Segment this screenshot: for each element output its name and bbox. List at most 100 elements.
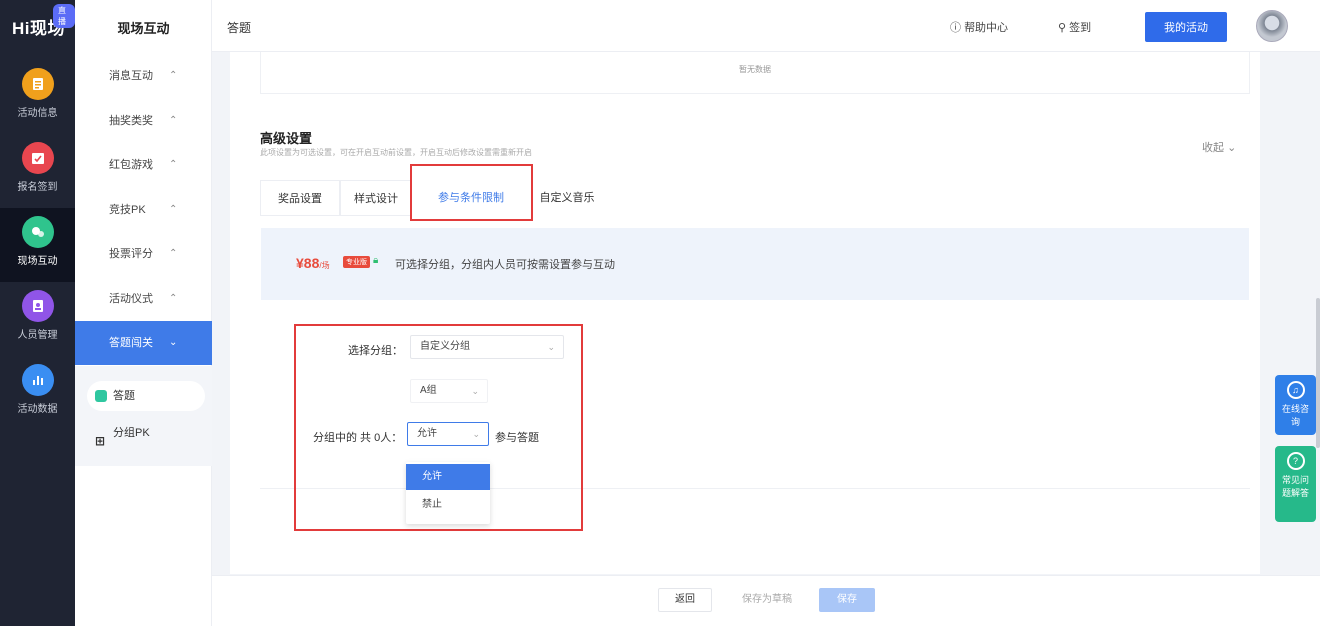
sidebar-item-label: 答题闯关 (109, 337, 153, 349)
calendar-check-icon (21, 142, 54, 174)
rail-item-activity-info[interactable]: 活动信息 (0, 60, 75, 134)
save-draft-button[interactable]: 保存为草稿 (732, 588, 802, 612)
sidebar-item-vote[interactable]: 投票评分 ⌃ (75, 232, 212, 276)
chevron-down-icon: ⌄ (471, 386, 479, 396)
tab-prize[interactable]: 奖品设置 (260, 180, 340, 216)
headset-icon: ♫ (1286, 381, 1305, 399)
rail-item-people[interactable]: 人员管理 (0, 282, 75, 356)
breadcrumb: 答题 (227, 21, 252, 35)
sidebar-item-label: 竞技PK (109, 204, 146, 216)
permission-select[interactable]: 允许 ⌄ (407, 422, 489, 446)
price: ¥88/场 (296, 255, 330, 271)
rail-label: 活动数据 (17, 404, 58, 415)
rail-label: 现场互动 (17, 256, 58, 267)
chevron-up-icon: ⌃ (169, 159, 178, 170)
upgrade-notice: ¥88/场 专业版 🔒︎ 可选择分组，分组内人员可按需设置参与互动 (261, 228, 1249, 300)
chevron-up-icon: ⌃ (169, 248, 178, 259)
chevron-down-icon: ⌄ (547, 342, 555, 352)
bar-chart-icon (21, 364, 54, 396)
person-icon (21, 290, 54, 322)
subgroup-select-value: A组 (420, 385, 437, 396)
sidebar-title: 现场互动 (117, 21, 170, 36)
my-activities-button[interactable]: 我的活动 (1145, 12, 1227, 42)
collapse-label: 收起 (1202, 142, 1224, 154)
section-title: 高级设置 (260, 131, 313, 146)
sidebar-item-quiz[interactable]: 答题闯关 ⌄ (75, 321, 212, 365)
help-icon: ⓘ (950, 22, 961, 34)
location-pin-icon: ⚲ (1058, 22, 1067, 34)
settings-card: 暂无数据 高级设置 此项设置为可选设置，可在开启互动前设置，开启互动后修改设置需… (230, 52, 1260, 574)
sidebar-item-message[interactable]: 消息互动 ⌃ (75, 54, 212, 98)
option-forbid[interactable]: 禁止 (406, 492, 490, 518)
footer-bar: 返回 保存为草稿 保存 (212, 575, 1320, 626)
notice-text: 可选择分组，分组内人员可按需设置参与互动 (395, 259, 615, 271)
rail-label: 活动信息 (17, 108, 58, 119)
back-button[interactable]: 返回 (658, 588, 712, 612)
help-center-link[interactable]: ⓘ 帮助中心 (950, 19, 1008, 35)
tab-style[interactable]: 样式设计 (340, 180, 412, 216)
rail-item-registration[interactable]: 报名签到 (0, 134, 75, 208)
save-button[interactable]: 保存 (819, 588, 875, 612)
sign-in-link[interactable]: ⚲ 签到 (1058, 19, 1091, 35)
sidebar-item-label: 红包游戏 (109, 159, 153, 171)
chevron-down-icon: ⌄ (472, 429, 480, 439)
help-label: 帮助中心 (964, 22, 1009, 34)
sidebar-item-lottery[interactable]: 抽奖类奖 ⌃ (75, 99, 212, 143)
rail-label: 人员管理 (17, 330, 58, 341)
sidebar-item-label: 活动仪式 (109, 293, 153, 305)
price-unit: /场 (319, 261, 330, 270)
sidebar-child-label: 分组PK (113, 427, 150, 439)
option-allow[interactable]: 允许 (406, 464, 490, 490)
chevron-up-icon: ⌃ (169, 204, 178, 215)
rail-item-data[interactable]: 活动数据 (0, 356, 75, 430)
avatar[interactable] (1256, 10, 1288, 42)
sidebar-child-label: 答题 (113, 390, 135, 402)
group-label: 选择分组： (348, 345, 403, 357)
sidebar-item-ceremony[interactable]: 活动仪式 ⌃ (75, 277, 212, 321)
price-value: ¥88 (296, 255, 320, 271)
float-label: 常见问题解答 (1281, 475, 1309, 498)
group-select-value: 自定义分组 (420, 341, 470, 352)
quiz-icon (95, 390, 107, 402)
upper-panel: 暂无数据 (260, 52, 1250, 94)
float-label: 在线咨询 (1281, 404, 1309, 427)
sidebar-subgroup: 答题 ⊞ 分组PK (75, 366, 212, 466)
top-bar: 答题 ⓘ 帮助中心 ⚲ 签到 我的活动 (212, 0, 1320, 52)
sidebar-item-label: 抽奖类奖 (109, 115, 153, 127)
group-select[interactable]: 自定义分组 ⌄ (410, 335, 564, 359)
faq-button[interactable]: ? 常见问题解答 (1275, 446, 1316, 522)
scrollbar-thumb[interactable] (1316, 298, 1320, 448)
main-nav-rail: Hi现场 直播 活动信息 报名签到 现场互动 人员管理 活动数据 (0, 0, 75, 626)
interaction-icon (21, 216, 54, 248)
sign-label: 签到 (1069, 22, 1092, 34)
sidebar-item-redpacket[interactable]: 红包游戏 ⌃ (75, 143, 212, 187)
subgroup-select[interactable]: A组 ⌄ (410, 379, 488, 403)
section-description: 此项设置为可选设置，可在开启互动前设置，开启互动后修改设置需重新开启 (260, 148, 532, 157)
rail-item-live-interaction[interactable]: 现场互动 (0, 208, 75, 282)
chevron-down-icon: ⌄ (169, 337, 178, 348)
sidebar-item-pk[interactable]: 竞技PK ⌃ (75, 188, 212, 232)
group-pk-icon: ⊞ (95, 434, 106, 448)
lock-icon: 🔒︎ (373, 255, 379, 266)
permission-select-value: 允许 (417, 428, 437, 439)
chevron-down-icon: ⌄ (1227, 142, 1237, 154)
logo-badge: 直播 (53, 4, 75, 28)
tab-highlight-box (410, 164, 533, 221)
sidebar-item-label: 投票评分 (109, 248, 153, 260)
sidebar-item-label: 消息互动 (109, 70, 153, 82)
sidebar-child-group-pk[interactable]: ⊞ 分组PK (87, 418, 205, 448)
count-label: 分组中的 共 0人： (313, 432, 403, 444)
question-icon: ? (1286, 452, 1305, 470)
rail-label: 报名签到 (17, 182, 58, 193)
sidebar-child-quiz[interactable]: 答题 (87, 381, 205, 411)
document-icon (21, 68, 54, 100)
permission-suffix: 参与答题 (495, 432, 539, 444)
permission-dropdown: 允许 禁止 (406, 462, 490, 524)
online-consult-button[interactable]: ♫ 在线咨询 (1275, 375, 1316, 435)
sub-sidebar: 现场互动 消息互动 ⌃ 抽奖类奖 ⌃ 红包游戏 ⌃ 竞技PK ⌃ 投票评分 ⌃ 活动仪式 ⌃… (75, 0, 212, 626)
chevron-up-icon: ⌃ (169, 293, 178, 304)
chevron-up-icon: ⌃ (169, 70, 178, 81)
chevron-up-icon: ⌃ (169, 115, 178, 126)
tab-music[interactable]: 自定义音乐 (526, 180, 608, 216)
collapse-toggle[interactable]: 收起 ⌄ (1202, 139, 1236, 155)
